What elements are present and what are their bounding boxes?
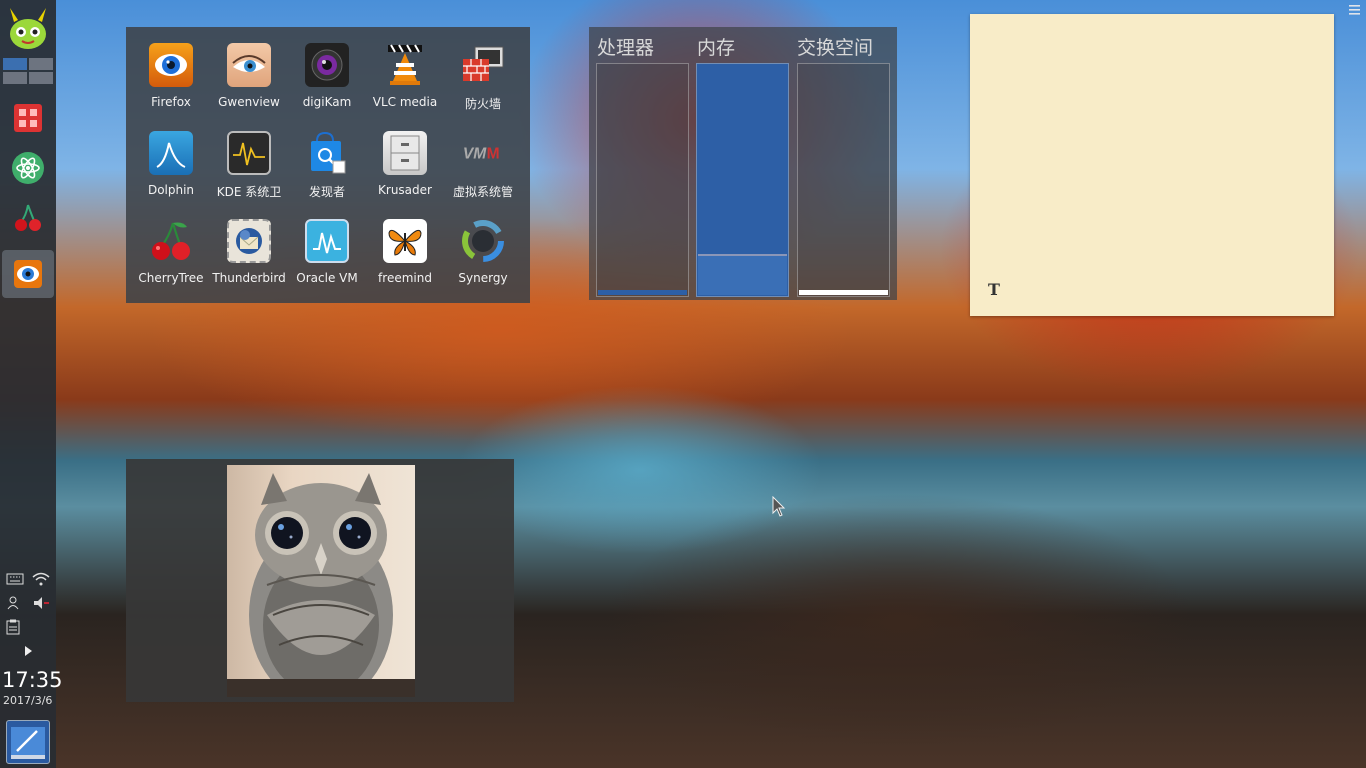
cpu-label: 处理器 <box>597 37 655 59</box>
gwenview-icon <box>227 43 271 87</box>
app-label: 防火墙 <box>464 97 501 111</box>
keyboard-icon[interactable] <box>6 573 24 589</box>
swap-bar <box>797 63 890 297</box>
app-label: VLC media <box>372 95 438 109</box>
app-digikam[interactable]: digiKam <box>288 39 366 127</box>
app-label: freemind <box>378 271 432 285</box>
svg-text:M: M <box>487 146 500 163</box>
firewall-icon <box>461 43 505 87</box>
memory-label: 内存 <box>697 37 736 59</box>
app-firefox[interactable]: Firefox <box>132 39 210 127</box>
app-freemind[interactable]: freemind <box>366 215 444 303</box>
app-label: Dolphin <box>147 183 195 197</box>
discover-icon <box>305 131 349 175</box>
app-label: Gwenview <box>218 95 280 109</box>
swap-bar-fill <box>799 290 888 295</box>
user-icon[interactable] <box>6 595 22 615</box>
digikam-icon <box>305 43 349 87</box>
cherrytree-icon <box>149 219 193 263</box>
cpu-bar <box>596 63 689 297</box>
left-panel: 17:35 2017/3/6 <box>0 0 63 768</box>
app-label: Krusader <box>378 183 432 197</box>
vlc-icon <box>383 43 427 87</box>
mascot-logo-icon[interactable] <box>4 4 52 52</box>
text-format-icon[interactable]: T <box>988 280 1000 299</box>
photo-frame-widget[interactable] <box>126 459 514 702</box>
svg-text:VM: VM <box>463 146 487 163</box>
cpu-bar-fill <box>598 290 687 295</box>
app-ksysguard[interactable]: KDE 系统卫 <box>210 127 288 215</box>
app-discover[interactable]: 发现者 <box>288 127 366 215</box>
app-label: 发现者 <box>308 185 345 199</box>
system-tray <box>2 566 54 662</box>
thunderbird-icon <box>227 219 271 263</box>
note-text[interactable] <box>984 26 1320 256</box>
app-label: Firefox <box>151 95 191 109</box>
firefox-task-icon[interactable] <box>2 250 54 298</box>
cherry-app-icon[interactable] <box>8 198 48 238</box>
app-launcher-grid: Firefox Gwenview digiKam VLC media 防火墙 D… <box>126 27 530 303</box>
app-virtualbox[interactable]: Oracle VM <box>288 215 366 303</box>
app-virt-manager[interactable]: VM M 虚拟系统管 <box>444 127 522 215</box>
virt-manager-icon: VM M <box>461 131 505 175</box>
red-grid-app-icon[interactable] <box>8 98 48 138</box>
mouse-cursor-icon <box>772 495 786 522</box>
memory-bar <box>696 63 789 297</box>
clock-time[interactable]: 17:35 <box>2 668 63 692</box>
system-monitor-widget[interactable]: 处理器 内存 交换空间 <box>589 27 897 300</box>
pager-desktop-3[interactable] <box>3 72 27 84</box>
app-label: CherryTree <box>138 271 204 285</box>
desktop-pager[interactable] <box>3 58 53 84</box>
memory-bar-fill <box>698 254 787 295</box>
app-firewall[interactable]: 防火墙 <box>444 39 522 127</box>
dolphin-icon <box>149 131 193 175</box>
desktop-menu-icon[interactable] <box>1349 4 1360 18</box>
pager-desktop-2[interactable] <box>29 58 53 70</box>
app-cherrytree[interactable]: CherryTree <box>132 215 210 303</box>
clock-date: 2017/3/6 <box>3 694 53 707</box>
atom-app-icon[interactable] <box>8 148 48 188</box>
pager-desktop-1[interactable] <box>3 58 27 70</box>
firefox-icon <box>149 43 193 87</box>
owl-photo <box>227 465 415 697</box>
sticky-note[interactable]: T <box>970 14 1334 316</box>
app-label: Synergy <box>458 271 508 285</box>
app-krusader[interactable]: Krusader <box>366 127 444 215</box>
app-label: digiKam <box>302 95 352 109</box>
app-dolphin[interactable]: Dolphin <box>132 127 210 215</box>
clipboard-icon[interactable] <box>6 619 20 639</box>
swap-label: 交换空间 <box>797 37 874 59</box>
wifi-icon[interactable] <box>32 572 50 590</box>
ksysguard-icon <box>227 131 271 175</box>
app-label: Oracle VM <box>296 271 358 285</box>
krusader-icon <box>383 131 427 175</box>
app-label: KDE 系统卫 <box>216 185 282 199</box>
synergy-icon <box>461 219 505 263</box>
text-editor-icon[interactable] <box>6 720 50 764</box>
app-thunderbird[interactable]: Thunderbird <box>210 215 288 303</box>
virtualbox-icon <box>305 219 349 263</box>
app-label: 虚拟系统管 <box>452 185 513 199</box>
pager-desktop-4[interactable] <box>29 72 53 84</box>
freemind-icon <box>383 219 427 263</box>
app-synergy[interactable]: Synergy <box>444 215 522 303</box>
volume-muted-icon[interactable] <box>32 595 50 615</box>
app-gwenview[interactable]: Gwenview <box>210 39 288 127</box>
app-vlc[interactable]: VLC media <box>366 39 444 127</box>
app-label: Thunderbird <box>212 271 286 285</box>
expand-arrow-icon[interactable] <box>23 645 33 661</box>
